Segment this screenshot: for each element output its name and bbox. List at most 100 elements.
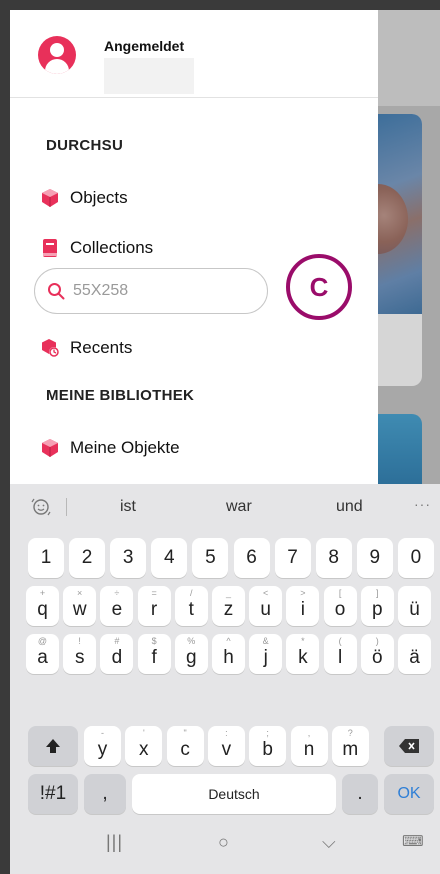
key-p[interactable]: ] p: [360, 586, 394, 626]
key-label: y: [97, 739, 108, 760]
drawer-item-collections[interactable]: Collections: [40, 233, 153, 263]
suggestions-more-icon[interactable]: ···: [414, 496, 431, 512]
keyboard-nav-button[interactable]: ⌨: [402, 832, 424, 850]
key-k[interactable]: * k: [286, 634, 320, 674]
background-toolbar: [378, 10, 440, 106]
key-label: m: [342, 739, 359, 760]
key-label: q: [37, 599, 48, 620]
key-n[interactable]: ,n: [290, 726, 328, 766]
key-w[interactable]: × w: [63, 586, 97, 626]
search-input[interactable]: [73, 282, 253, 300]
key-hint: %: [187, 636, 196, 646]
key-3[interactable]: 3: [110, 538, 147, 578]
key-ä[interactable]: ä: [398, 634, 431, 674]
key-8[interactable]: 8: [315, 538, 352, 578]
key-5[interactable]: 5: [192, 538, 229, 578]
key-label: f: [151, 647, 157, 668]
key-7[interactable]: 7: [274, 538, 311, 578]
key-hint: *: [301, 636, 305, 646]
drawer-item-label: Recents: [70, 338, 133, 357]
key-hint: (: [338, 636, 342, 646]
key-o[interactable]: [o: [323, 586, 357, 626]
key-hint: @: [37, 636, 48, 646]
key-hint: =: [151, 588, 157, 598]
drawer-item-my-objects[interactable]: Meine Objekte: [40, 433, 180, 463]
key-x[interactable]: ' x: [125, 726, 163, 766]
key-hint: ?: [347, 728, 353, 738]
drawer-item-objects[interactable]: Objects: [40, 183, 128, 213]
key-9[interactable]: 9: [356, 538, 393, 578]
symbols-key[interactable]: !#1: [28, 774, 78, 814]
back-nav-button[interactable]: ⌵: [322, 832, 336, 853]
ok-key[interactable]: OK: [384, 774, 434, 814]
key-4[interactable]: 4: [151, 538, 188, 578]
key-z[interactable]: _ z: [212, 586, 245, 626]
key-b[interactable]: ; b: [249, 726, 287, 766]
key-label: s: [74, 647, 85, 668]
key-f[interactable]: $ f: [137, 634, 171, 674]
key-u[interactable]: < u: [249, 586, 283, 626]
suggestion-word-3[interactable]: und: [336, 498, 363, 516]
key-h[interactable]: ^ h: [212, 634, 245, 674]
key-1[interactable]: 1: [28, 538, 64, 578]
period-key[interactable]: .: [342, 774, 378, 814]
key-g[interactable]: % g: [174, 634, 208, 674]
key-q[interactable]: + q: [26, 586, 59, 626]
key-s[interactable]: ! s: [63, 634, 97, 674]
key-t[interactable]: / t: [174, 586, 208, 626]
comma-key[interactable]: ,: [84, 774, 126, 814]
key-j[interactable]: & j: [249, 634, 283, 674]
key-hint: /: [190, 588, 193, 598]
key-hint: <: [263, 588, 269, 598]
space-key[interactable]: Deutsch: [132, 774, 336, 814]
recents-nav-button[interactable]: |||: [106, 832, 123, 853]
key-label: v: [221, 739, 232, 760]
key-v[interactable]: :v: [207, 726, 245, 766]
suggestion-word-2[interactable]: war: [226, 498, 252, 516]
key-ü[interactable]: ü: [398, 586, 431, 626]
drawer-header: Angemeldet: [10, 10, 378, 98]
key-label: t: [188, 599, 194, 620]
key-r[interactable]: = r: [137, 586, 171, 626]
key-hint: [: [338, 588, 342, 598]
key-e[interactable]: ÷ e: [100, 586, 134, 626]
suggestion-bar: ist war und ···: [10, 484, 440, 530]
key-label: e: [111, 599, 123, 620]
drawer-item-recents[interactable]: Recents: [40, 333, 132, 363]
key-6[interactable]: 6: [233, 538, 270, 578]
key-y[interactable]: -y: [84, 726, 121, 766]
key-c[interactable]: " c: [166, 726, 204, 766]
recents-icon: [40, 338, 60, 358]
key-hint: $: [151, 636, 157, 646]
key-label: n: [303, 739, 315, 760]
key-label: g: [186, 647, 197, 668]
key-hint: ]: [376, 588, 379, 598]
key-a[interactable]: @ a: [26, 634, 59, 674]
suggestion-word-1[interactable]: ist: [120, 498, 136, 516]
cube-icon: [40, 188, 60, 208]
key-2[interactable]: 2: [69, 538, 106, 578]
home-nav-button[interactable]: ○: [218, 832, 229, 853]
key-m[interactable]: ? m: [331, 726, 369, 766]
key-0[interactable]: 0: [397, 538, 434, 578]
soft-keyboard: ist war und ··· 1234567890 + q × w ÷ e = r / t _ z <…: [10, 484, 440, 874]
shift-key[interactable]: [28, 726, 78, 766]
key-hint: &: [262, 636, 269, 646]
screen: Angemeldet DURCHSU Objects Collections C: [10, 10, 440, 874]
key-label: l: [337, 647, 343, 668]
key-ö[interactable]: ) ö: [360, 634, 394, 674]
background-card-image: [378, 114, 422, 314]
key-i[interactable]: > i: [286, 586, 320, 626]
system-nav-bar: ||| ○ ⌵ ⌨: [10, 818, 440, 874]
drawer-search-field[interactable]: [34, 268, 268, 314]
key-label: o: [334, 599, 346, 620]
key-label: ö: [372, 647, 383, 668]
user-avatar-icon[interactable]: [38, 36, 76, 74]
key-d[interactable]: # d: [100, 634, 134, 674]
emoji-toggle-icon[interactable]: [30, 496, 52, 518]
key-hint: ×: [77, 588, 83, 598]
key-label: d: [111, 647, 123, 668]
backspace-key[interactable]: [384, 726, 434, 766]
key-label: c: [180, 739, 190, 760]
key-l[interactable]: (l: [323, 634, 357, 674]
